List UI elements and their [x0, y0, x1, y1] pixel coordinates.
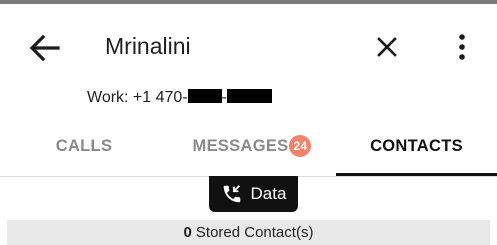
tab-bar: CALLS MESSAGES 24 CONTACTS	[0, 118, 497, 174]
tab-contacts[interactable]: CONTACTS	[336, 118, 497, 174]
close-icon[interactable]	[374, 34, 400, 60]
active-tab-indicator	[336, 173, 497, 176]
phone-callback-icon	[223, 185, 240, 203]
contact-name: Mrinalini	[105, 33, 191, 59]
contact-header: Mrinalini	[0, 4, 497, 86]
tab-contacts-label: CONTACTS	[370, 136, 463, 155]
data-button[interactable]: Data	[209, 176, 298, 212]
redacted-block	[226, 89, 272, 103]
unread-badge: 24	[289, 135, 312, 157]
tab-messages[interactable]: MESSAGES 24	[168, 118, 336, 174]
more-vert-icon[interactable]	[452, 32, 472, 62]
tab-messages-label: MESSAGES	[192, 136, 289, 155]
data-button-label: Data	[250, 184, 287, 203]
stored-label: Stored Contact(s)	[195, 224, 314, 241]
phone-label: Work: +1 470-	[87, 89, 188, 106]
tab-calls-label: CALLS	[55, 136, 113, 155]
stored-contacts-bar: 0 Stored Contact(s)	[7, 220, 490, 245]
redacted-block	[187, 89, 222, 103]
stored-count: 0	[183, 224, 192, 241]
tab-calls[interactable]: CALLS	[0, 118, 168, 174]
contact-phone: Work: +1 470- -	[87, 88, 272, 108]
back-arrow-icon[interactable]	[28, 34, 60, 62]
